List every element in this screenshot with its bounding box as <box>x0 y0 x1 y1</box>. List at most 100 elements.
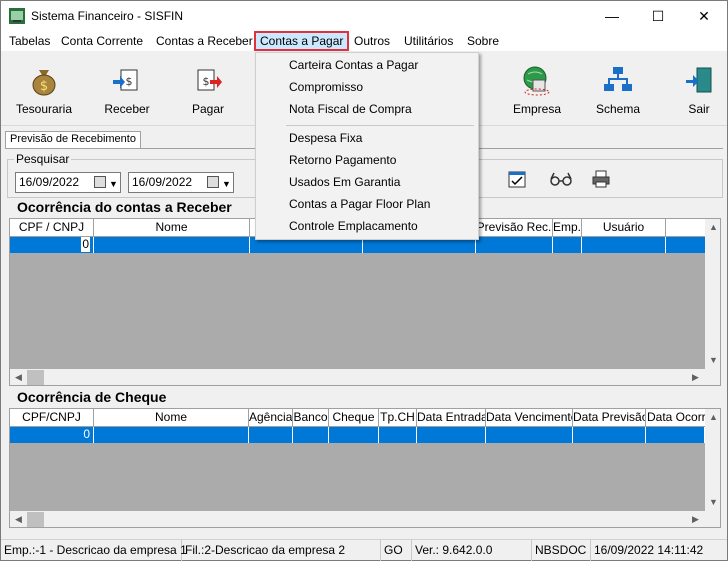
pagar-button[interactable]: $ Pagar <box>183 52 233 126</box>
col-previsao-rec[interactable]: Previsão Rec. <box>476 219 553 237</box>
receber-section-title: Ocorrência do contas a Receber <box>17 199 232 215</box>
calendar-check-icon[interactable] <box>507 169 527 189</box>
menu-item-contas-a-pagar-floor-plan[interactable]: Contas a Pagar Floor Plan <box>289 194 430 214</box>
chevron-down-icon[interactable]: ▼ <box>109 175 118 194</box>
table-row[interactable]: 0 <box>10 427 705 443</box>
tesouraria-button[interactable]: $ Tesouraria <box>11 52 77 126</box>
tesouraria-label: Tesouraria <box>15 102 73 116</box>
cheque-grid[interactable]: CPF/CNPJ Nome Agência Banco Cheque Tp.CH… <box>9 408 721 528</box>
scroll-right-icon[interactable]: ▶ <box>687 369 704 385</box>
status-filial: Fil.:2-Descricao da empresa 2 <box>182 540 381 561</box>
col-data-vencimento[interactable]: Data Vencimento <box>486 409 573 427</box>
col-data-ocorrencia[interactable]: Data Ocorrê <box>646 409 710 427</box>
col-emp[interactable]: Emp. <box>553 219 582 237</box>
col-nome[interactable]: Nome <box>94 409 249 427</box>
menu-sobre[interactable]: Sobre <box>463 31 503 51</box>
table-cell[interactable] <box>417 427 486 443</box>
cpf-cell[interactable]: 0 <box>10 427 94 443</box>
scroll-up-icon[interactable]: ▲ <box>705 219 720 236</box>
col-cpf-cnpj[interactable]: CPF/CNPJ <box>10 409 94 427</box>
sair-label: Sair <box>688 102 710 116</box>
contas-a-pagar-dropdown: Carteira Contas a Pagar Compromisso Nota… <box>255 52 479 240</box>
close-button[interactable]: ✕ <box>681 1 727 31</box>
menu-item-nota-fiscal-de-compra[interactable]: Nota Fiscal de Compra <box>289 99 412 119</box>
scroll-left-icon[interactable]: ◀ <box>10 369 27 385</box>
status-database: NBSDOC <box>532 540 591 561</box>
glasses-icon[interactable] <box>549 169 573 189</box>
hierarchy-schema-icon <box>604 67 632 91</box>
cheque-grid-header: CPF/CNPJ Nome Agência Banco Cheque Tp.CH… <box>10 409 710 427</box>
title-bar: Sistema Financeiro - SISFIN — ☐ ✕ <box>1 1 727 31</box>
menu-separator <box>286 125 474 126</box>
col-data-previsao[interactable]: Data Previsão <box>573 409 646 427</box>
scroll-down-icon[interactable]: ▼ <box>705 352 720 369</box>
cheque-section-title: Ocorrência de Cheque <box>17 389 167 405</box>
cheque-vertical-scrollbar[interactable]: ▲ ▼ <box>705 409 720 511</box>
minimize-button[interactable]: — <box>589 1 635 31</box>
table-cell[interactable] <box>94 237 250 253</box>
date-to-field[interactable]: 16/09/2022 ▼ <box>128 172 234 193</box>
menu-item-controle-emplacamento[interactable]: Controle Emplacamento <box>289 216 418 236</box>
menu-item-carteira-contas-a-pagar[interactable]: Carteira Contas a Pagar <box>289 55 418 75</box>
table-cell[interactable] <box>94 427 249 443</box>
menu-contas-a-pagar[interactable]: Contas a Pagar <box>254 31 350 51</box>
schema-button[interactable]: Schema <box>593 52 643 126</box>
menu-tabelas[interactable]: Tabelas <box>5 31 54 51</box>
col-agencia[interactable]: Agência <box>249 409 293 427</box>
col-cpf-cnpj[interactable]: CPF / CNPJ <box>10 219 94 237</box>
table-cell[interactable] <box>573 427 646 443</box>
cpf-cell-value: 0 <box>81 237 90 252</box>
col-cheque[interactable]: Cheque <box>329 409 379 427</box>
col-banco[interactable]: Banco <box>293 409 329 427</box>
col-usuario[interactable]: Usuário <box>582 219 666 237</box>
table-cell[interactable] <box>329 427 379 443</box>
receber-horizontal-scrollbar[interactable]: ◀ ▶ <box>10 369 720 385</box>
col-data-entrada[interactable]: Data Entrada <box>417 409 486 427</box>
scroll-up-icon[interactable]: ▲ <box>705 409 720 426</box>
table-cell[interactable] <box>476 237 553 253</box>
date-from-field[interactable]: 16/09/2022 ▼ <box>15 172 121 193</box>
status-version: Ver.: 9.642.0.0 <box>412 540 532 561</box>
cheque-horizontal-scrollbar[interactable]: ◀ ▶ <box>10 511 720 527</box>
calendar-icon[interactable] <box>94 176 106 188</box>
col-tp-ch[interactable]: Tp.CH <box>379 409 417 427</box>
printer-icon[interactable] <box>591 169 611 189</box>
table-cell[interactable] <box>379 427 417 443</box>
menu-item-compromisso[interactable]: Compromisso <box>289 77 363 97</box>
money-bag-icon: $ <box>32 70 56 96</box>
chevron-down-icon[interactable]: ▼ <box>222 175 231 194</box>
table-cell[interactable] <box>293 427 329 443</box>
menu-utilitarios[interactable]: Utilitários <box>400 31 457 51</box>
sair-button[interactable]: Sair <box>677 52 721 126</box>
cpf-cell[interactable]: 0 <box>10 237 94 253</box>
calendar-icon[interactable] <box>207 176 219 188</box>
scroll-down-icon[interactable]: ▼ <box>705 494 720 511</box>
table-cell[interactable] <box>553 237 582 253</box>
menu-item-retorno-pagamento[interactable]: Retorno Pagamento <box>289 150 396 170</box>
menu-conta-corrente[interactable]: Conta Corrente <box>57 31 147 51</box>
col-nome[interactable]: Nome <box>94 219 250 237</box>
scroll-left-icon[interactable]: ◀ <box>10 511 27 527</box>
maximize-button[interactable]: ☐ <box>635 1 681 31</box>
receber-vertical-scrollbar[interactable]: ▲ ▼ <box>705 219 720 369</box>
receber-grid[interactable]: CPF / CNPJ Nome Previsão Rec. Emp. Usuár… <box>9 218 721 386</box>
table-cell[interactable] <box>486 427 573 443</box>
table-cell[interactable] <box>582 237 666 253</box>
scroll-thumb[interactable] <box>27 512 44 527</box>
empresa-button[interactable]: Empresa <box>509 52 565 126</box>
table-cell[interactable] <box>646 427 705 443</box>
tab-previsao-recebimento[interactable]: Previsão de Recebimento <box>5 131 141 148</box>
receber-button[interactable]: $ Receber <box>99 52 155 126</box>
menu-contas-a-receber[interactable]: Contas a Receber <box>152 31 257 51</box>
pagar-label: Pagar <box>191 102 225 116</box>
schema-label: Schema <box>595 102 641 116</box>
scroll-right-icon[interactable]: ▶ <box>687 511 704 527</box>
table-cell[interactable] <box>249 427 293 443</box>
scroll-thumb[interactable] <box>27 370 44 385</box>
table-cell[interactable] <box>666 237 706 253</box>
menu-item-usados-em-garantia[interactable]: Usados Em Garantia <box>289 172 400 192</box>
status-bar: Emp.:-1 - Descricao da empresa 1 Fil.:2-… <box>1 539 727 561</box>
svg-text:$: $ <box>40 79 48 94</box>
menu-item-despesa-fixa[interactable]: Despesa Fixa <box>289 128 362 148</box>
menu-outros[interactable]: Outros <box>350 31 394 51</box>
